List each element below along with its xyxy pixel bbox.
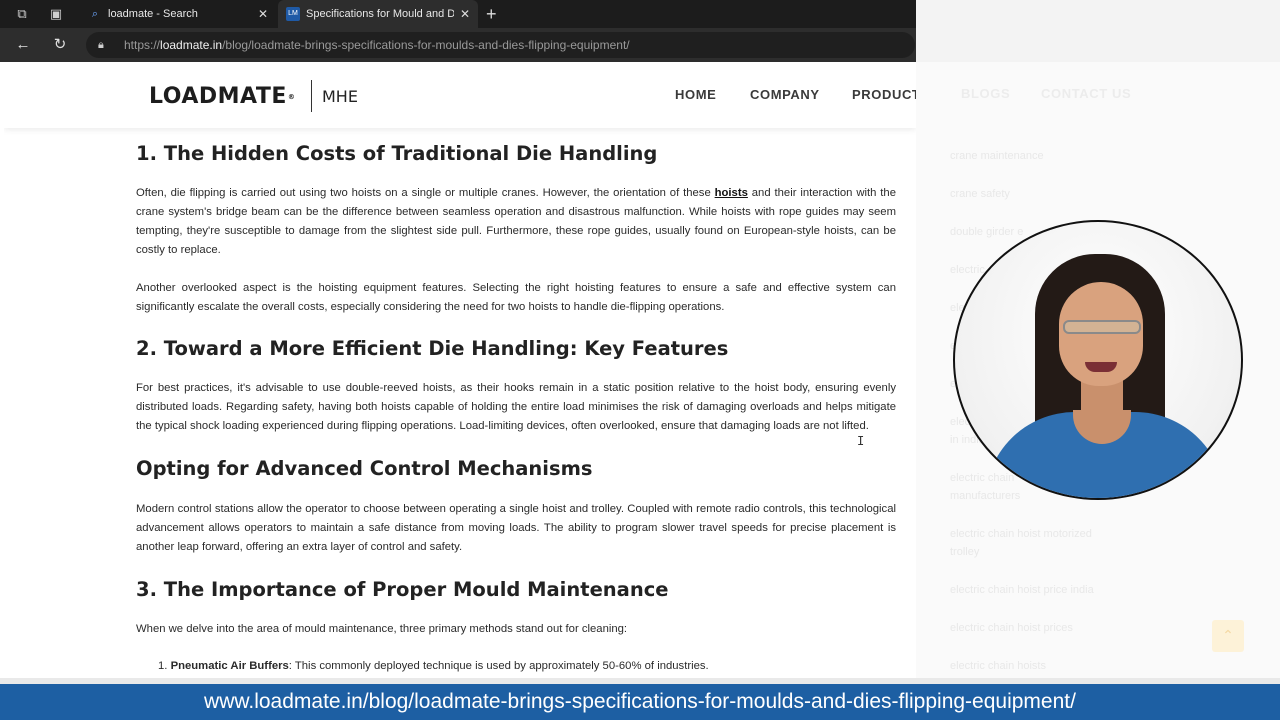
caption-text: www.loadmate.in/blog/loadmate-brings-spe… — [204, 690, 1076, 713]
close-icon[interactable]: ✕ — [458, 0, 472, 28]
section-heading: Opting for Advanced Control Mechanisms — [136, 457, 593, 480]
url-input[interactable]: 🔒︎ https://loadmate.in/blog/loadmate-bri… — [86, 32, 915, 58]
tab-search[interactable]: ⌕ loadmate - Search ✕ — [80, 0, 276, 28]
sidebar-tag-link[interactable]: electric chain hoist prices — [950, 619, 1073, 637]
new-tab-plus-icon[interactable]: + — [486, 4, 497, 24]
faded-browser-controls — [916, 0, 1280, 62]
scroll-to-top-button[interactable]: ⌃ — [1212, 620, 1244, 652]
tab-title: Specifications for Mould and Dies — [306, 8, 454, 20]
sidebar-tag-link[interactable]: trolley — [950, 543, 979, 561]
section-heading: 2. Toward a More Efficient Die Handling:… — [136, 337, 729, 360]
loadmate-logo[interactable]: LOADMATE® — [149, 82, 295, 112]
nav-blogs[interactable]: BLOGS — [961, 86, 1010, 101]
loadmate-favicon-icon: LM — [286, 7, 300, 21]
web-page: LOADMATE® MHE HOME COMPANY PRODUCTS 1. T… — [4, 62, 916, 678]
sidebar-tag-link[interactable]: double girder e — [950, 223, 1023, 241]
sidebar-tag-link[interactable]: crane safety — [950, 185, 1010, 203]
section-heading: 1. The Hidden Costs of Traditional Die H… — [136, 142, 658, 165]
presenter-webcam — [953, 220, 1243, 500]
search-icon: ⌕ — [91, 8, 99, 20]
nav-home[interactable]: HOME — [675, 86, 716, 104]
sidebar-tag-link[interactable]: electric chain hoists — [950, 657, 1046, 675]
logo-suffix: MHE — [322, 87, 358, 106]
refresh-icon[interactable]: ↻ — [51, 36, 69, 54]
url-text: https://loadmate.in/blog/loadmate-brings… — [124, 38, 630, 52]
close-icon[interactable]: ✕ — [256, 0, 270, 28]
lock-icon: 🔒︎ — [98, 39, 104, 51]
sidebar-tag-link[interactable]: electric chain hoist price india — [950, 581, 1094, 599]
list-item: 1. Pneumatic Air Buffers: This commonly … — [158, 660, 709, 672]
url-caption-banner: www.loadmate.in/blog/loadmate-brings-spe… — [0, 684, 1280, 720]
paragraph: Another overlooked aspect is the hoistin… — [136, 282, 896, 313]
nav-contact-us[interactable]: CONTACT US — [1041, 86, 1131, 101]
section-heading: 3. The Importance of Proper Mould Mainte… — [136, 578, 669, 601]
sidebar-tag-link[interactable]: electric chain hoist motorized — [950, 525, 1092, 543]
nav-products[interactable]: PRODUCTS — [852, 86, 916, 104]
nav-company[interactable]: COMPANY — [750, 86, 820, 104]
back-arrow-icon[interactable]: ← — [14, 36, 32, 54]
hoists-link[interactable]: hoists — [715, 187, 748, 199]
paragraph: For best practices, it's advisable to us… — [136, 382, 896, 432]
site-header: LOADMATE® MHE HOME COMPANY PRODUCTS — [4, 62, 916, 128]
text-cursor-icon: I — [857, 434, 865, 448]
tab-actions-icon[interactable]: ▣ — [48, 6, 64, 22]
tab-title: loadmate - Search — [108, 8, 198, 20]
paragraph: When we delve into the area of mould mai… — [136, 623, 628, 635]
logo-divider — [311, 80, 312, 112]
paragraph: Modern control stations allow the operat… — [136, 503, 896, 553]
sidebar-tag-link[interactable]: crane maintenance — [950, 147, 1044, 165]
tab-loadmate[interactable]: LM Specifications for Mould and Dies ✕ — [278, 0, 478, 28]
workspaces-icon[interactable]: ⧉ — [14, 6, 30, 22]
paragraph: Often, die flipping is carried out using… — [136, 187, 896, 256]
